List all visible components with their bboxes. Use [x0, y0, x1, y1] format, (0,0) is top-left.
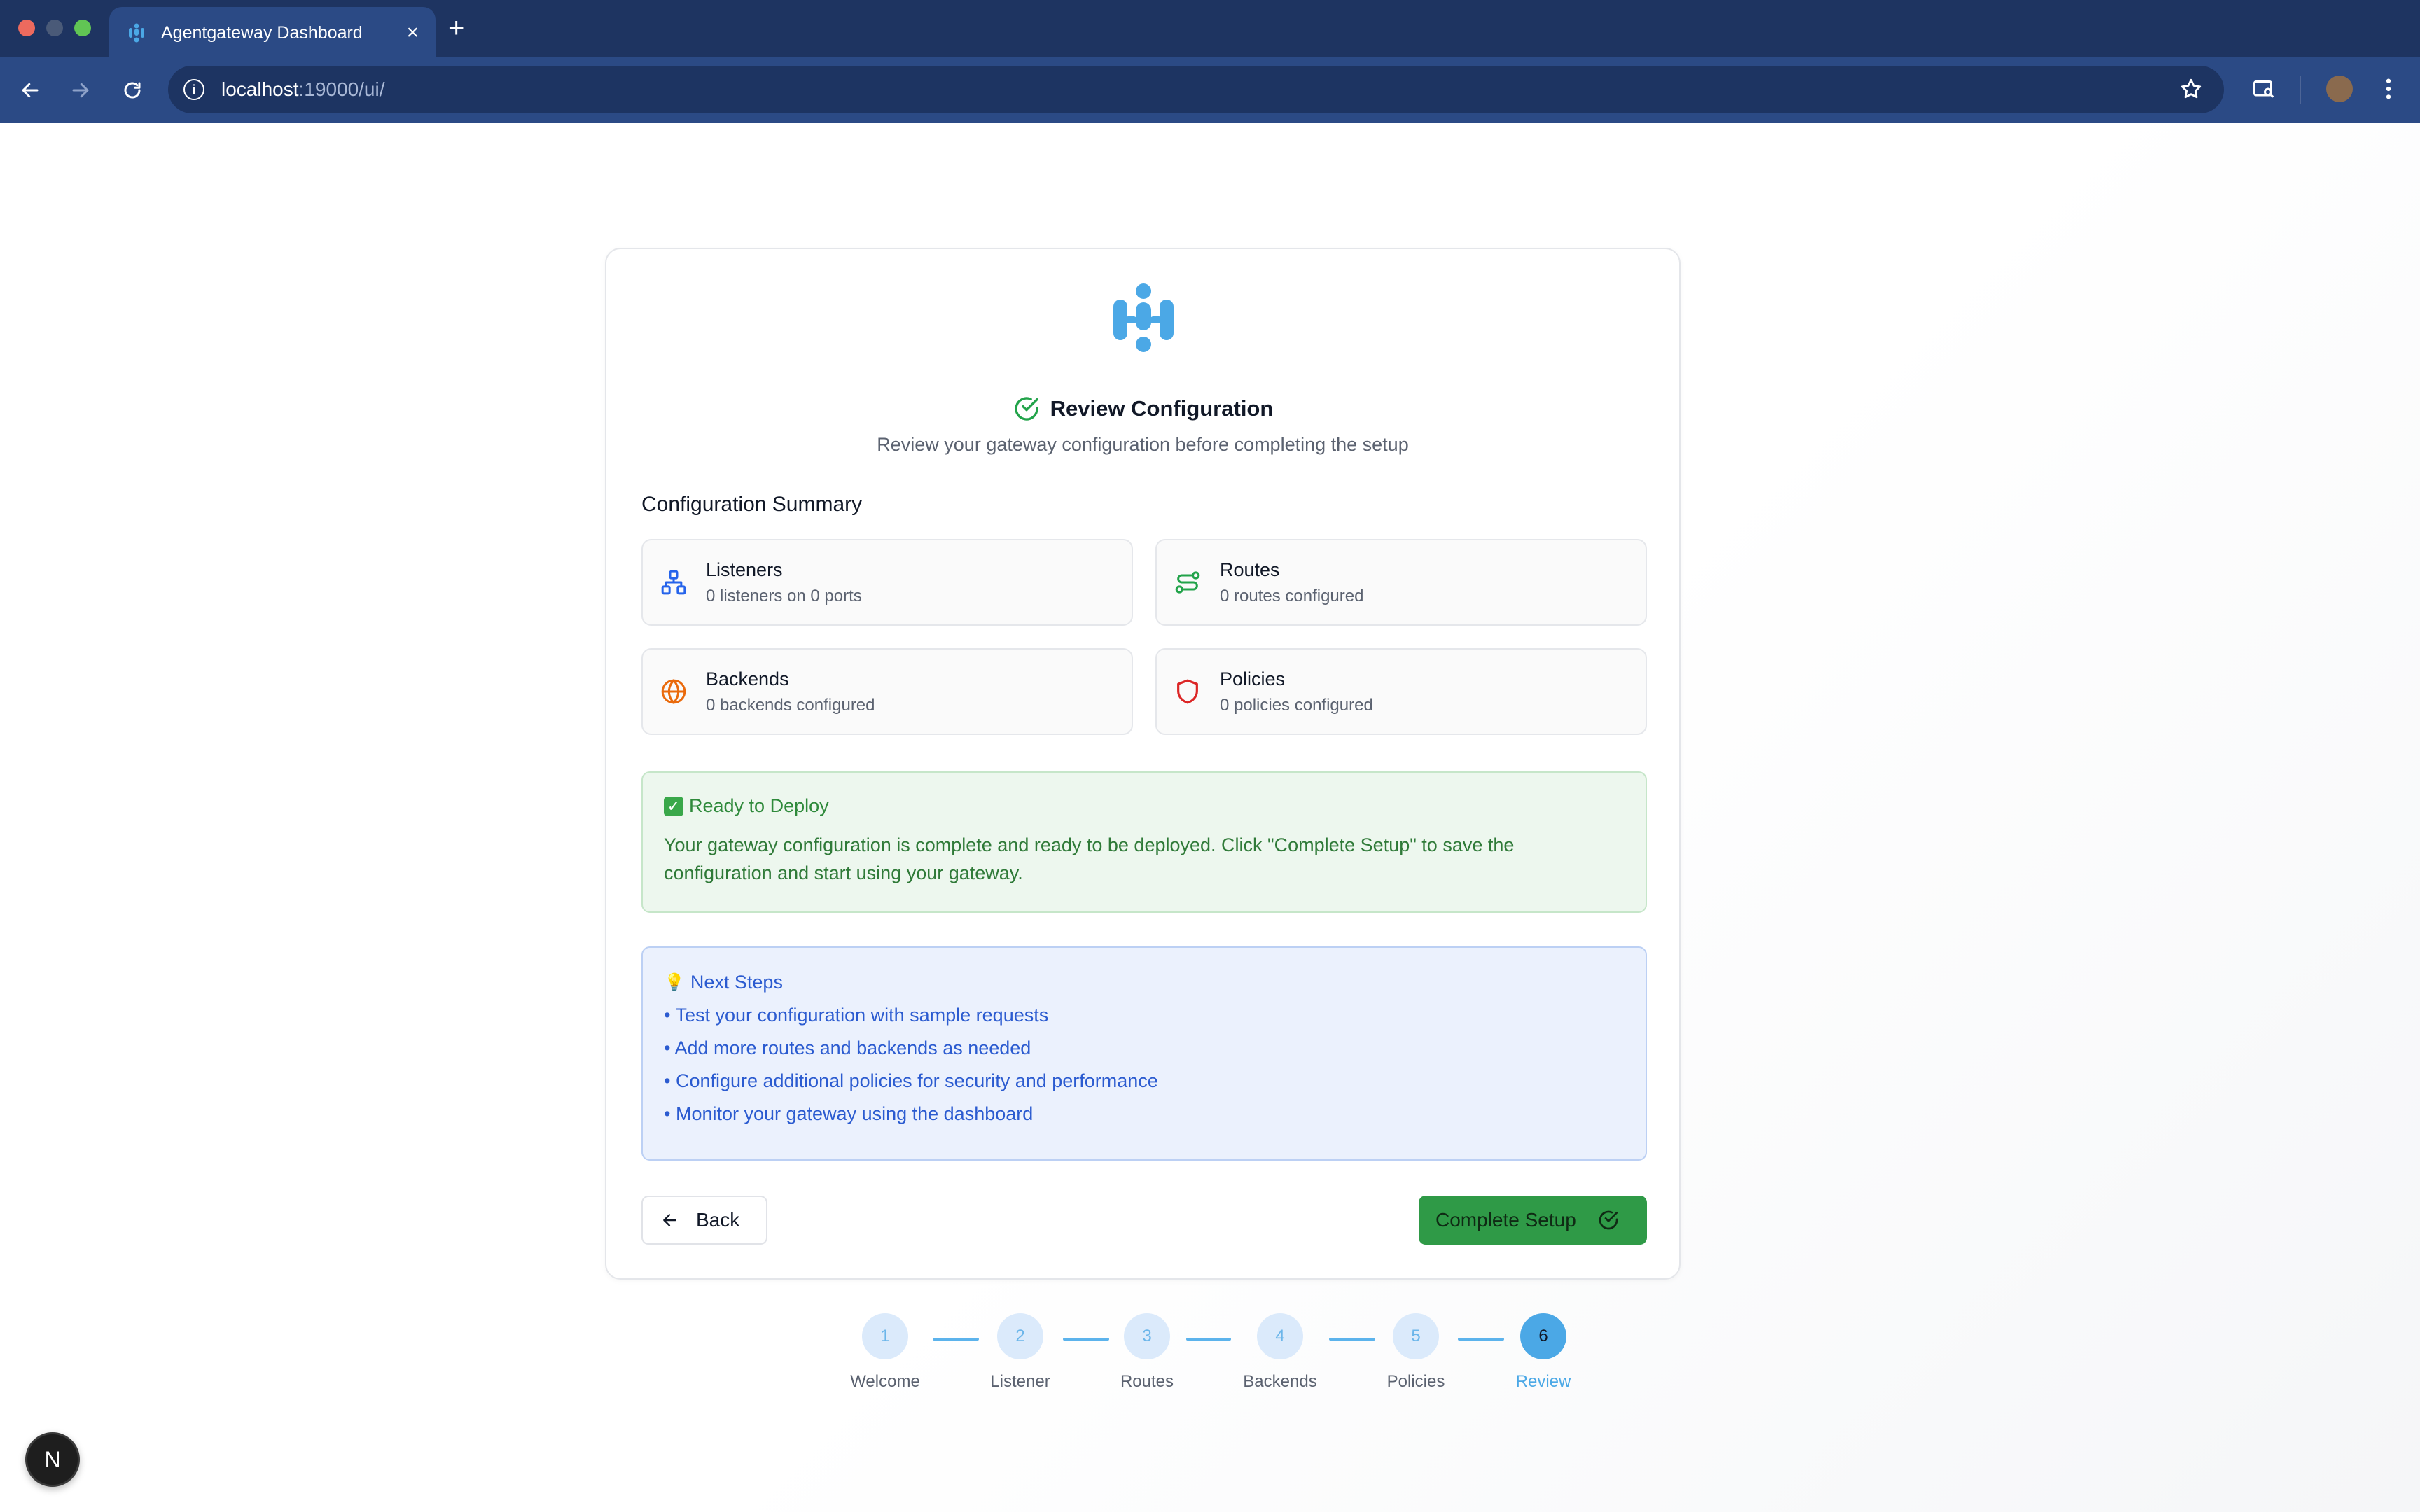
- step-number-active: 6: [1520, 1313, 1566, 1359]
- ready-title: Ready to Deploy: [689, 795, 829, 816]
- next-steps-panel: 💡 Next Steps • Test your configuration w…: [641, 946, 1647, 1161]
- new-tab-button[interactable]: +: [448, 13, 464, 43]
- step-number: 5: [1393, 1313, 1439, 1359]
- browser-menu-icon[interactable]: [2371, 71, 2406, 106]
- step-label: Routes: [1120, 1372, 1174, 1391]
- arrow-left-icon: [663, 1214, 676, 1226]
- summary-label: Listeners: [706, 559, 783, 580]
- tab-search-icon[interactable]: [2246, 71, 2281, 106]
- toolbar-separator: [2300, 76, 2301, 104]
- page-subtitle: Review your gateway configuration before…: [877, 434, 1409, 455]
- list-item: • Add more routes and backends as needed: [664, 1037, 1031, 1058]
- list-item: • Monitor your gateway using the dashboa…: [664, 1103, 1034, 1124]
- back-button-label: Back: [696, 1209, 740, 1231]
- stepper-step-review: 6 Review: [1487, 1313, 1599, 1392]
- step-number: 2: [997, 1313, 1043, 1359]
- page-title-row: Review Configuration: [606, 395, 1679, 423]
- list-item: • Test your configuration with sample re…: [664, 1004, 1049, 1026]
- route-icon: [1175, 571, 1200, 594]
- summary-detail: 0 backends configured: [706, 695, 875, 715]
- next-steps-title: Next Steps: [690, 972, 783, 993]
- step-number: 4: [1257, 1313, 1303, 1359]
- summary-label: Backends: [706, 668, 789, 690]
- step-label: Welcome: [850, 1372, 920, 1391]
- back-arrow-icon[interactable]: [14, 74, 46, 106]
- setup-wizard-card: Review Configuration Review your gateway…: [605, 248, 1681, 1280]
- nextjs-dev-indicator[interactable]: N: [25, 1432, 80, 1487]
- stepper-step-welcome: 1 Welcome: [829, 1313, 941, 1392]
- stepper-step-listener: 2 Listener: [964, 1313, 1076, 1392]
- step-label-active: Review: [1515, 1372, 1571, 1391]
- check-circle-icon: [1015, 397, 1038, 421]
- address-bar[interactable]: i localhost :19000/ui/: [168, 66, 2224, 113]
- ready-to-deploy-alert: ✓ Ready to Deploy Your gateway configura…: [641, 771, 1647, 913]
- summary-card-backends: Backends 0 backends configured: [641, 648, 1133, 735]
- browser-tab-strip: Agentgateway Dashboard × +: [0, 0, 2420, 59]
- list-item: • Configure additional policies for secu…: [664, 1070, 1158, 1091]
- url-host: localhost: [221, 78, 299, 100]
- step-number: 1: [862, 1313, 908, 1359]
- summary-card-policies: Policies 0 policies configured: [1155, 648, 1647, 735]
- avatar: [2326, 76, 2353, 102]
- configuration-summary-heading: Configuration Summary: [641, 493, 863, 516]
- summary-detail: 0 policies configured: [1220, 695, 1373, 715]
- summary-card-routes: Routes 0 routes configured: [1155, 539, 1647, 626]
- network-icon: [661, 570, 686, 595]
- window-close-button[interactable]: [18, 20, 35, 36]
- globe-icon: [661, 678, 686, 705]
- step-label: Listener: [990, 1372, 1050, 1391]
- page-title: Review Configuration: [1050, 396, 1274, 421]
- window-maximize-button[interactable]: [74, 20, 91, 36]
- complete-setup-label: Complete Setup: [1435, 1209, 1576, 1231]
- check-mark-icon: ✓: [664, 796, 683, 816]
- url-path: :19000/ui/: [298, 78, 385, 100]
- stepper-step-routes: 3 Routes: [1091, 1313, 1203, 1392]
- reload-icon[interactable]: [116, 74, 148, 106]
- stepper-step-policies: 5 Policies: [1360, 1313, 1472, 1392]
- summary-label: Policies: [1220, 668, 1286, 690]
- light-bulb-icon: 💡: [664, 973, 685, 992]
- agentgateway-logo-icon: [1113, 284, 1174, 352]
- check-circle-icon: [1599, 1210, 1618, 1230]
- profile-avatar[interactable]: [2322, 71, 2357, 106]
- site-info-icon[interactable]: i: [183, 79, 204, 100]
- tab-close-icon[interactable]: ×: [406, 22, 419, 43]
- step-label: Policies: [1386, 1372, 1445, 1391]
- complete-setup-button[interactable]: Complete Setup: [1419, 1196, 1647, 1245]
- forward-arrow-icon[interactable]: [64, 74, 97, 106]
- stepper-step-backends: 4 Backends: [1224, 1313, 1336, 1392]
- summary-detail: 0 listeners on 0 ports: [706, 586, 862, 606]
- window-minimize-button[interactable]: [46, 20, 63, 36]
- step-label: Backends: [1243, 1372, 1317, 1391]
- ready-description: Your gateway configuration is complete a…: [664, 834, 1515, 883]
- back-button[interactable]: Back: [641, 1196, 767, 1245]
- shield-icon: [1177, 679, 1198, 704]
- summary-label: Routes: [1220, 559, 1280, 580]
- tab-title: Agentgateway Dashboard: [161, 22, 363, 43]
- step-number: 3: [1124, 1313, 1170, 1359]
- bookmark-star-icon[interactable]: [2179, 77, 2203, 104]
- summary-detail: 0 routes configured: [1220, 586, 1364, 606]
- summary-card-listeners: Listeners 0 listeners on 0 ports: [641, 539, 1133, 626]
- page-content: Review Configuration Review your gateway…: [0, 123, 2420, 1512]
- agentgateway-favicon-icon: [129, 23, 144, 43]
- browser-tab-active[interactable]: Agentgateway Dashboard ×: [109, 7, 436, 59]
